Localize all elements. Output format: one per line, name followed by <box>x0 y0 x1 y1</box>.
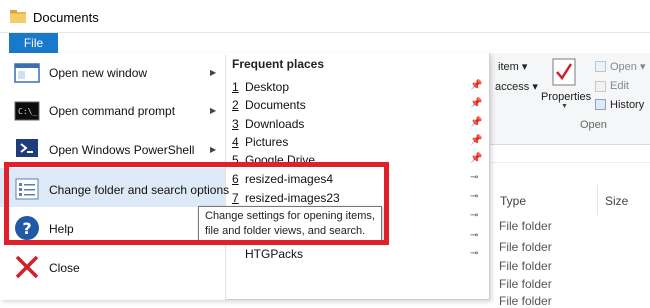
frequent-place-downloads[interactable]: Downloads <box>245 117 304 131</box>
frequent-place-htgpacks[interactable]: HTGPacks <box>245 247 303 261</box>
chevron-down-icon: ▾ <box>532 81 538 93</box>
ribbon-select-item-label: item <box>498 61 519 73</box>
chevron-right-icon: ▶ <box>210 68 217 77</box>
file-tab[interactable]: File <box>9 33 58 53</box>
pin-icon[interactable]: 📌 <box>470 135 482 146</box>
folder-icon <box>10 10 26 23</box>
pin-icon[interactable]: 📌 <box>470 98 482 109</box>
chevron-down-icon[interactable]: ▼ <box>561 103 568 110</box>
column-header-size[interactable]: Size <box>605 194 628 208</box>
chevron-down-icon: ▾ <box>521 61 528 73</box>
edit-icon <box>595 81 606 92</box>
file-row-type[interactable]: File folder <box>499 259 552 273</box>
open-button[interactable]: Open ▾ <box>610 60 646 73</box>
highlight-box <box>4 162 389 245</box>
menu-item-label: Open Windows PowerShell <box>49 143 195 157</box>
column-divider[interactable] <box>597 185 598 215</box>
open-icon <box>595 61 606 72</box>
history-icon <box>595 99 606 110</box>
menu-item-label: Close <box>49 261 80 275</box>
frequent-place-documents[interactable]: Documents <box>245 98 306 112</box>
column-header-type[interactable]: Type <box>500 194 526 208</box>
ribbon-tab-strip <box>0 33 650 53</box>
history-button[interactable]: History <box>610 99 644 111</box>
command-prompt-icon: C:\_ <box>14 101 40 121</box>
chevron-right-icon: ▶ <box>210 145 217 154</box>
powershell-icon <box>16 139 38 157</box>
pin-icon[interactable]: 📌 <box>470 117 482 128</box>
unpinned-icon[interactable]: ⊸ <box>470 230 478 241</box>
frequent-place-number: 3 <box>232 117 239 131</box>
window-icon <box>14 63 40 83</box>
pin-icon[interactable]: 📌 <box>470 80 482 91</box>
properties-button[interactable]: Properties <box>541 91 591 103</box>
svg-text:C:\_: C:\_ <box>18 107 37 116</box>
frequent-place-pictures[interactable]: Pictures <box>245 135 288 149</box>
file-row-type[interactable]: File folder <box>499 277 552 291</box>
edit-button[interactable]: Edit <box>610 80 629 92</box>
menu-item-label: Open new window <box>49 66 148 80</box>
frequent-place-number: 4 <box>232 135 239 149</box>
unpinned-icon[interactable]: ⊸ <box>470 191 478 202</box>
address-bar[interactable] <box>490 145 650 163</box>
unpinned-icon[interactable]: ⊸ <box>470 172 478 183</box>
window-title: Documents <box>33 10 99 25</box>
file-row-type[interactable]: File folder <box>499 240 552 254</box>
frequent-place-number: 2 <box>232 98 239 112</box>
chevron-right-icon: ▶ <box>210 106 217 115</box>
ribbon-select-item[interactable]: item ▾ <box>498 60 527 73</box>
open-button-label: Open <box>610 61 637 73</box>
unpinned-icon[interactable]: ⊸ <box>470 248 478 259</box>
pin-icon[interactable]: 📌 <box>470 153 482 164</box>
chevron-down-icon: ▾ <box>639 61 646 73</box>
ribbon-group-open-label: Open <box>580 119 607 131</box>
frequent-places-header: Frequent places <box>232 57 325 71</box>
file-row-type[interactable]: File folder <box>499 219 552 233</box>
file-row-type[interactable]: File folder <box>499 294 552 308</box>
ribbon-easy-access[interactable]: access ▾ <box>495 80 538 93</box>
close-icon <box>15 255 39 279</box>
properties-icon[interactable] <box>552 58 576 86</box>
menu-item-label: Open command prompt <box>49 104 176 118</box>
frequent-place-number: 1 <box>232 80 239 94</box>
frequent-place-desktop[interactable]: Desktop <box>245 80 289 94</box>
unpinned-icon[interactable]: ⊸ <box>470 210 478 221</box>
ribbon-easy-access-label: access <box>495 81 530 93</box>
